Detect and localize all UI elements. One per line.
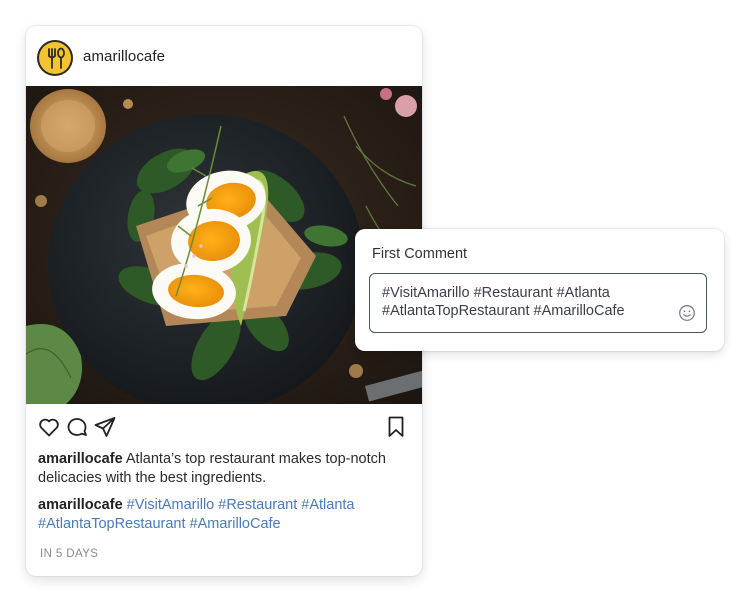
- paper-plane-icon[interactable]: [93, 415, 117, 439]
- first-comment-preview: amarillocafe #VisitAmarillo #Restaurant …: [38, 496, 408, 534]
- first-comment-panel: First Comment #VisitAmarillo #Restaurant…: [355, 229, 724, 351]
- bookmark-icon[interactable]: [384, 415, 408, 439]
- comment-author[interactable]: amarillocafe: [38, 497, 123, 513]
- first-comment-title: First Comment: [372, 246, 468, 262]
- comment-icon[interactable]: [65, 415, 89, 439]
- smiley-icon[interactable]: [678, 304, 696, 322]
- heart-icon[interactable]: [37, 415, 61, 439]
- caption-author[interactable]: amarillocafe: [38, 451, 123, 467]
- first-comment-field[interactable]: #VisitAmarillo #Restaurant #Atlanta #Atl…: [369, 273, 707, 333]
- post-timestamp: IN 5 DAYS: [40, 548, 99, 560]
- post-caption: amarillocafe Atlanta’s top restaurant ma…: [38, 450, 408, 488]
- post-username[interactable]: amarillocafe: [83, 48, 165, 65]
- first-comment-text[interactable]: #VisitAmarillo #Restaurant #Atlanta #Atl…: [382, 284, 672, 320]
- post-header: amarillocafe: [26, 26, 422, 86]
- post-actions: [26, 412, 422, 444]
- fork-spoon-icon: [48, 47, 65, 69]
- avatar[interactable]: [37, 40, 73, 76]
